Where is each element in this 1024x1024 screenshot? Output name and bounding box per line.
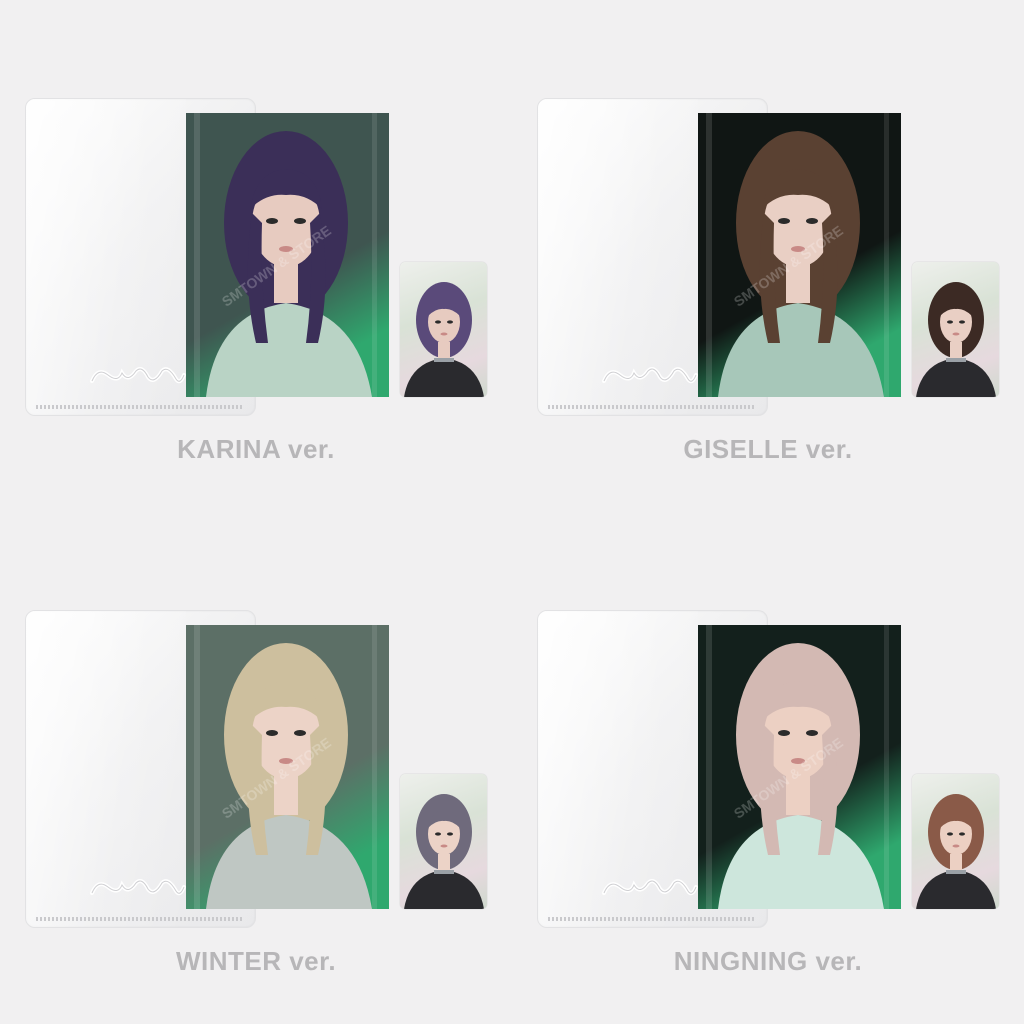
photocard <box>912 262 999 397</box>
portrait-illustration: SMTOWN & STORE <box>698 113 901 397</box>
photocard <box>400 262 487 397</box>
photocard-portrait <box>916 794 996 909</box>
poster-photo: SMTOWN & STORE <box>186 113 389 397</box>
poster-photo: SMTOWN & STORE <box>186 625 389 909</box>
folder-perforation <box>548 405 756 409</box>
photocard <box>912 774 999 909</box>
folder-perforation <box>36 917 244 921</box>
folder-perforation <box>36 405 244 409</box>
album-logo-icon <box>90 879 186 896</box>
photocard <box>400 774 487 909</box>
photocard-portrait <box>404 282 484 397</box>
version-label: GISELLE ver. <box>683 434 853 464</box>
portrait-illustration: SMTOWN & STORE <box>186 113 389 397</box>
album-logo-icon <box>90 367 186 384</box>
product-karina[interactable]: SMTOWN & STORE KARINA ver. <box>0 0 512 512</box>
product-winter[interactable]: SMTOWN & STORE WINTER ver. <box>0 512 512 1024</box>
version-label: NINGNING ver. <box>673 946 863 976</box>
photocard-portrait <box>404 794 484 909</box>
photocard-portrait <box>916 282 996 397</box>
album-logo-icon <box>602 367 698 384</box>
product-grid: SMTOWN & STORE KARINA ver. SMTOWN & STOR… <box>0 0 1024 1024</box>
poster-photo: SMTOWN & STORE <box>698 625 901 909</box>
poster-photo: SMTOWN & STORE <box>698 113 901 397</box>
product-giselle[interactable]: SMTOWN & STORE GISELLE ver. <box>512 0 1024 512</box>
folder-perforation <box>548 917 756 921</box>
version-label: WINTER ver. <box>175 946 337 976</box>
portrait-illustration: SMTOWN & STORE <box>186 625 389 909</box>
album-logo-icon <box>602 879 698 896</box>
product-ningning[interactable]: SMTOWN & STORE NINGNING ver. <box>512 512 1024 1024</box>
version-label: KARINA ver. <box>177 434 335 464</box>
portrait-illustration: SMTOWN & STORE <box>698 625 901 909</box>
